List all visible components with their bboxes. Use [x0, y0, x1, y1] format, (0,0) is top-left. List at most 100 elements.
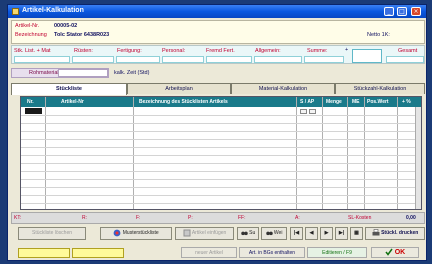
grid-row-divider — [21, 195, 421, 196]
next-record-icon[interactable]: ▶ — [320, 227, 333, 240]
allgemein-field[interactable] — [254, 56, 302, 63]
tab-stueckliste[interactable]: Stückliste — [11, 83, 127, 95]
print-icon — [372, 228, 380, 236]
close-icon[interactable]: × — [411, 7, 421, 16]
stueckliste-loeschen-button[interactable]: Stückliste löschen — [18, 227, 86, 240]
grid-row-divider — [21, 171, 421, 172]
grid-view-icon[interactable]: ▦ — [350, 227, 363, 240]
wei-label: Wei — [273, 230, 283, 236]
title-bar[interactable]: Artikel-Kalkulation _ □ × — [8, 5, 426, 18]
app-icon — [12, 8, 19, 15]
grid-column-divider — [133, 97, 134, 209]
grid-column-divider — [296, 97, 297, 209]
grid-row-divider — [21, 187, 421, 188]
grid-row-divider — [21, 115, 421, 116]
grid-column-divider — [347, 97, 348, 209]
grid-column-divider — [45, 97, 46, 209]
cat-stk-list: Stk. List. + Mat — [14, 48, 51, 54]
stueckl-drucken-button[interactable]: Stückl. drucken — [365, 227, 425, 240]
ap-checkbox[interactable] — [309, 109, 316, 114]
col-pos-wert[interactable]: Pos.Wert — [367, 99, 389, 105]
wei-button[interactable]: Wei — [261, 227, 287, 240]
col-artikel-nr[interactable]: Artikel-Nr — [61, 99, 84, 105]
footer-sl-value: 0,00 — [406, 215, 416, 221]
artikel-einfuegen-button[interactable]: Artikel einfügen — [175, 227, 234, 240]
grid-row-divider — [21, 163, 421, 164]
rohmaterial-field[interactable] — [58, 69, 108, 77]
window-title: Artikel-Kalkulation — [22, 7, 84, 14]
cost-footer: KT: R: F: P: FF: A: SL-Kosten 0,00 — [11, 212, 425, 224]
article-header: Artikel-Nr. 00005-02 Bezeichnung Tolc St… — [11, 20, 425, 44]
action-button-row: Stückliste löschen Musterstückliste Arti… — [11, 227, 425, 240]
col-s-ap[interactable]: S / AP — [300, 99, 314, 105]
maximize-icon[interactable]: □ — [397, 7, 407, 16]
prev-record-icon[interactable]: ◀ — [305, 227, 318, 240]
kalk-zeit-label: kalk. Zeit (Std) — [114, 70, 150, 76]
musterstueckliste-label: Musterstückliste — [122, 230, 159, 236]
selected-row-indicator — [25, 108, 42, 114]
artikel-einfuegen-label: Artikel einfügen — [191, 230, 227, 236]
stueckliste-grid[interactable]: Nr. Artikel-Nr Bezeichnung des Stücklist… — [20, 96, 422, 210]
stk-list-field[interactable] — [14, 56, 70, 63]
ruesten-field[interactable] — [72, 56, 114, 63]
minimize-icon[interactable]: _ — [384, 7, 394, 16]
grid-column-divider — [364, 97, 365, 209]
rohmaterial-label: Rohmaterial — [29, 70, 59, 76]
gesamt-field[interactable] — [386, 56, 424, 63]
col-nr[interactable]: Nr. — [27, 99, 34, 105]
cat-fertigung: Fertigung: — [117, 48, 142, 54]
footer-ff: FF: — [238, 215, 246, 221]
grid-row-divider — [21, 179, 421, 180]
neuer-artikel-button[interactable]: neuer Artikel — [181, 247, 237, 258]
status-field-1[interactable] — [18, 248, 70, 258]
col-me[interactable]: ME — [352, 99, 360, 105]
tab-arbeitsplan[interactable]: Arbeitsplan — [127, 83, 231, 94]
grid-row-divider — [21, 203, 421, 204]
summe-field[interactable] — [304, 56, 344, 63]
stueckl-drucken-label: Stückl. drucken — [381, 230, 419, 236]
editieren-button[interactable]: Editieren / F9 — [307, 247, 367, 258]
grid-column-divider — [322, 97, 323, 209]
tab-material-kalkulation[interactable]: Material-Kalkulation — [231, 83, 335, 94]
summe-total-field[interactable] — [352, 49, 382, 63]
art-in-bgs-button[interactable]: Art. in BGs enthalten — [239, 247, 305, 258]
tab-stueckzahl-kalkulation[interactable]: Stückzahl-Kalkulation — [335, 83, 425, 94]
cost-category-row: Stk. List. + Mat Rüsten: Fertigung: Pers… — [11, 45, 425, 64]
binoculars-icon — [240, 231, 248, 236]
cat-fremd-fert: Fremd Fert. — [206, 48, 235, 54]
grid-header: Nr. Artikel-Nr Bezeichnung des Stücklist… — [21, 97, 421, 107]
netto-label: Netto 1K: — [367, 32, 390, 38]
insert-icon — [183, 229, 191, 237]
cat-ruesten: Rüsten: — [74, 48, 93, 54]
cat-allgemein: Allgemein: — [255, 48, 281, 54]
fremd-fert-field[interactable] — [206, 56, 252, 63]
personal-field[interactable] — [162, 56, 204, 63]
musterstueckliste-button[interactable]: Musterstückliste — [100, 227, 172, 240]
col-menge[interactable]: Menge — [326, 99, 342, 105]
su-label: Su — [249, 230, 256, 236]
footer-a: A: — [295, 215, 300, 221]
grid-column-divider — [397, 97, 398, 209]
s-checkbox[interactable] — [300, 109, 307, 114]
template-icon — [113, 229, 121, 237]
fertigung-field[interactable] — [116, 56, 160, 63]
binoculars-next-icon — [265, 231, 273, 236]
col-bezeichnung[interactable]: Bezeichnung des Stücklisten Artikels — [139, 99, 228, 105]
summe-prefix: + — [345, 47, 349, 53]
first-record-icon[interactable]: |◀ — [290, 227, 303, 240]
bezeichnung-label: Bezeichnung — [15, 32, 47, 38]
grid-row-divider — [21, 155, 421, 156]
bezeichnung-value: Tolc Stator 6438R023 — [54, 32, 110, 38]
artikel-kalkulation-window: Artikel-Kalkulation _ □ × Artikel-Nr. 00… — [7, 4, 427, 261]
cat-gesamt: Gesamt — [398, 48, 418, 54]
grid-scrollbar[interactable] — [415, 107, 421, 209]
footer-p: P: — [188, 215, 193, 221]
col-plus-percent[interactable]: + % — [402, 99, 411, 105]
footer-kt: KT: — [14, 215, 22, 221]
ok-button[interactable]: OK — [371, 247, 419, 258]
su-button[interactable]: Su — [237, 227, 259, 240]
last-record-icon[interactable]: ▶| — [335, 227, 348, 240]
rohmaterial-row: Rohmaterial kalk. Zeit (Std) — [11, 66, 425, 81]
status-field-2[interactable] — [72, 248, 124, 258]
grid-row-divider — [21, 147, 421, 148]
